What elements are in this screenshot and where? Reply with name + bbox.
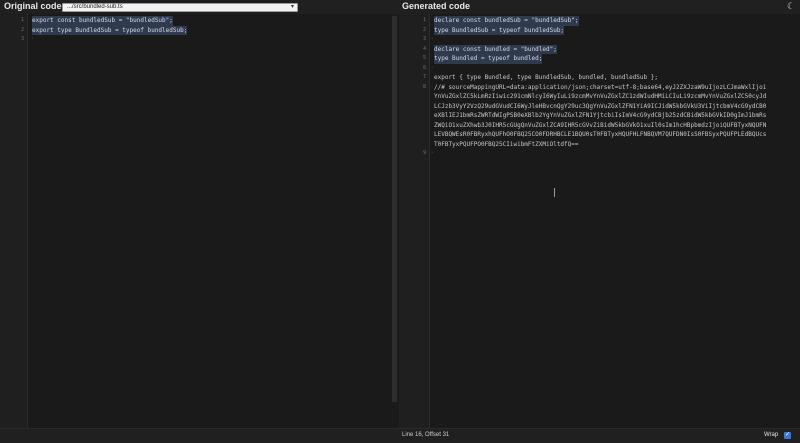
- code-text: LEVBQWEsR0FBRyxhQUFhO0FBQ25CO0FDRHBCLE1B…: [434, 131, 767, 138]
- generated-code-title: Generated code: [402, 1, 471, 11]
- line-number: 1: [20, 17, 24, 23]
- status-bar: Line 16, Offset 31 Wrap ✓: [0, 428, 800, 443]
- line-number: 1: [422, 17, 426, 23]
- original-code-pane[interactable]: 1 export const bundledSub = "bundledSub";…: [0, 14, 399, 428]
- code-line: 6 ⁃: [400, 64, 800, 74]
- cursor-position: Line 16, Offset 31: [402, 432, 450, 438]
- code-line: YnVuZGxlZC5kLmRzIiwic291cmNlcyI6WyIuLi9z…: [400, 92, 800, 102]
- empty-line-marker: ⁃: [31, 36, 34, 42]
- code-line: 2 type BundledSub = typeof bundledSub;: [400, 25, 800, 35]
- generated-code-lines: 1 declare const bundledSub = "bundledSub"…: [400, 16, 800, 159]
- text-cursor: [554, 188, 555, 197]
- code-text: export const bundledSub = "bundledSub";: [32, 16, 173, 26]
- line-number: 5: [422, 55, 426, 61]
- code-line: ZWQiO1xuZXhwb3J0IHR5cGUgQnVuZGxlZCA9IHR5…: [400, 121, 800, 131]
- code-line: LEVBQWEsR0FBRyxhQUFhO0FBQ25CO0FDRHBCLE1B…: [400, 130, 800, 140]
- code-line: 7 export { type Bundled, type BundledSub,…: [400, 73, 800, 83]
- line-number: 3: [20, 36, 24, 42]
- line-number: 3: [422, 36, 426, 42]
- code-text: LCJzb3VyY2VzQ29udGVudCI6WyJleHBvcnQgY29u…: [434, 102, 767, 110]
- code-line: 3 ⁃: [0, 35, 399, 45]
- original-code-lines: 1 export const bundledSub = "bundledSub";…: [0, 16, 399, 45]
- file-select-value: .../src/bundled-sub.ts: [67, 4, 123, 10]
- chevron-down-icon: ▾: [290, 4, 294, 10]
- code-text: declare const bundledSub = "bundledSub";: [434, 16, 579, 26]
- code-text: //# sourceMappingURL=data:application/js…: [434, 83, 767, 91]
- code-text: type Bundled = typeof bundled;: [434, 54, 543, 64]
- line-number: 2: [422, 26, 426, 33]
- code-line: 1 export const bundledSub = "bundledSub";: [0, 16, 399, 26]
- code-line: 1 declare const bundledSub = "bundledSub"…: [400, 16, 800, 26]
- code-text: YnVuZGxlZC5kLmRzIiwic291cmNlcyI6WyIuLi9z…: [434, 93, 767, 100]
- file-select[interactable]: .../src/bundled-sub.ts ▾: [62, 3, 298, 12]
- code-line: 4 declare const bundled = "bundled";: [400, 44, 800, 54]
- line-number: 6: [422, 64, 426, 71]
- moon-icon[interactable]: ☾: [787, 1, 795, 12]
- code-line: T0FBTyxPQUFPO0FBQ25CIiwibmFtZXMiOltdfQ==: [400, 140, 800, 150]
- code-line: eXBlIEJ1bmRsZWRTdWIgPSB0eXBlb2YgYnVuZGxl…: [400, 111, 800, 121]
- code-text: T0FBTyxPQUFPO0FBQ25CIiwibmFtZXMiOltdfQ==: [434, 140, 579, 148]
- code-text: type BundledSub = typeof bundledSub;: [434, 25, 565, 35]
- original-pane-scrollbar[interactable]: [392, 16, 397, 402]
- code-line: 3 ⁃: [400, 35, 800, 45]
- code-text: ZWQiO1xuZXhwb3J0IHR5cGUgQnVuZGxlZCA9IHR5…: [434, 121, 767, 129]
- line-number: 7: [422, 74, 426, 80]
- top-bar: Original code .../src/bundled-sub.ts ▾ G…: [0, 0, 800, 14]
- code-text: export { type Bundled, type BundledSub, …: [434, 74, 658, 81]
- line-number: 4: [422, 45, 426, 52]
- code-text: declare const bundled = "bundled";: [434, 44, 557, 54]
- wrap-label: Wrap: [764, 432, 779, 438]
- code-text: eXBlIEJ1bmRsZWRTdWIgPSB0eXBlb2YgYnVuZGxl…: [434, 112, 767, 119]
- code-line: 5 type Bundled = typeof bundled;: [400, 54, 800, 64]
- empty-line-marker: ⁃: [431, 64, 434, 71]
- empty-line-marker: ⁃: [431, 36, 434, 42]
- code-line: 9 ⁃: [400, 149, 800, 159]
- wrap-checkbox[interactable]: ✓: [784, 432, 791, 439]
- generated-code-pane[interactable]: 1 declare const bundledSub = "bundledSub"…: [400, 14, 800, 428]
- line-number-gutter: [0, 14, 28, 428]
- line-number: 2: [20, 26, 24, 33]
- original-code-title: Original code: [4, 1, 62, 11]
- empty-line-marker: ⁃: [431, 150, 434, 156]
- code-line: LCJzb3VyY2VzQ29udGVudCI6WyJleHBvcnQgY29u…: [400, 102, 800, 112]
- line-number: 9: [422, 150, 426, 156]
- code-text: export type BundledSub = typeof bundledS…: [32, 25, 188, 35]
- code-line: 2 export type BundledSub = typeof bundled…: [0, 25, 399, 35]
- code-line: 8 //# sourceMappingURL=data:application/j…: [400, 83, 800, 93]
- line-number: 8: [422, 83, 426, 90]
